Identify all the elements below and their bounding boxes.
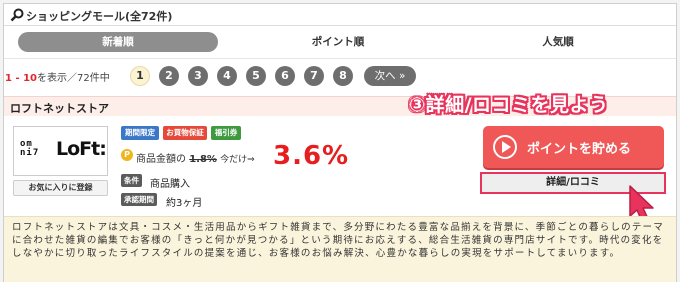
page-1-button[interactable]: 1 bbox=[130, 66, 150, 86]
omni-logo-mark: om ni7 bbox=[20, 139, 40, 158]
store-logo[interactable]: om ni7 LoFt: bbox=[13, 126, 108, 176]
page-4-button[interactable]: 4 bbox=[217, 66, 237, 86]
store-name[interactable]: ロフトネットストア bbox=[10, 100, 109, 116]
approval-label: 承認期間 bbox=[121, 193, 157, 206]
approval-value: 約3ヶ月 bbox=[166, 198, 203, 209]
play-icon bbox=[493, 135, 517, 159]
loft-logo-mark: LoFt: bbox=[56, 138, 107, 160]
next-page-button[interactable]: 次へ » bbox=[364, 66, 416, 86]
earn-points-label: ポイントを貯める bbox=[527, 142, 632, 157]
point-rate-line: 商品金額の 1.8% 今だけ⇒ bbox=[136, 150, 255, 165]
condition-label: 条件 bbox=[121, 174, 142, 187]
result-count: 1 - 10を表示／72件中 bbox=[5, 69, 110, 84]
page-7-button[interactable]: 7 bbox=[304, 66, 324, 86]
search-icon bbox=[10, 8, 24, 22]
tab-newest[interactable]: 新着順 bbox=[18, 32, 218, 52]
condition-value: 商品購入 bbox=[150, 179, 190, 190]
sort-tabs: 新着順 ポイント順 人気順 bbox=[18, 32, 668, 52]
tag-limited: 期間限定 bbox=[121, 126, 159, 140]
point-rate: 3.6% bbox=[273, 141, 350, 171]
page-5-button[interactable]: 5 bbox=[246, 66, 266, 86]
tag-lottery: 福引券 bbox=[211, 126, 241, 140]
earn-points-button[interactable]: ポイントを貯める bbox=[483, 126, 664, 168]
tab-popular[interactable]: 人気順 bbox=[458, 32, 658, 52]
point-coin-icon: P bbox=[121, 149, 133, 161]
pagination: 1 - 10を表示／72件中 1 2 3 4 5 6 7 8 次へ » bbox=[4, 64, 676, 88]
add-favorite-button[interactable]: お気に入りに登録 bbox=[13, 180, 108, 196]
tag-guarantee: お買物保証 bbox=[163, 126, 207, 140]
page-2-button[interactable]: 2 bbox=[159, 66, 179, 86]
page-8-button[interactable]: 8 bbox=[333, 66, 353, 86]
page-6-button[interactable]: 6 bbox=[275, 66, 295, 86]
old-rate: 1.8% bbox=[189, 154, 217, 165]
divider bbox=[4, 58, 676, 59]
section-title: ショッピングモール(全72件) bbox=[26, 10, 173, 23]
section-header: ショッピングモール(全72件) bbox=[4, 4, 676, 26]
result-range: 1 - 10 bbox=[5, 73, 37, 84]
now-label: 今だけ⇒ bbox=[220, 155, 255, 165]
price-label: 商品金額の bbox=[136, 154, 186, 165]
page-3-button[interactable]: 3 bbox=[188, 66, 208, 86]
store-description: ロフトネットストアは文具・コスメ・生活用品からギフト雑貨まで、多分野にわたる豊富… bbox=[4, 216, 676, 282]
result-count-suffix: を表示／72件中 bbox=[37, 73, 110, 84]
tab-points[interactable]: ポイント順 bbox=[238, 32, 438, 52]
shopping-mall-panel: ショッピングモール(全72件) 新着順 ポイント順 人気順 1 - 10を表示／… bbox=[3, 3, 677, 282]
step-annotation: ③詳細/ロコミを見よう bbox=[409, 94, 609, 116]
